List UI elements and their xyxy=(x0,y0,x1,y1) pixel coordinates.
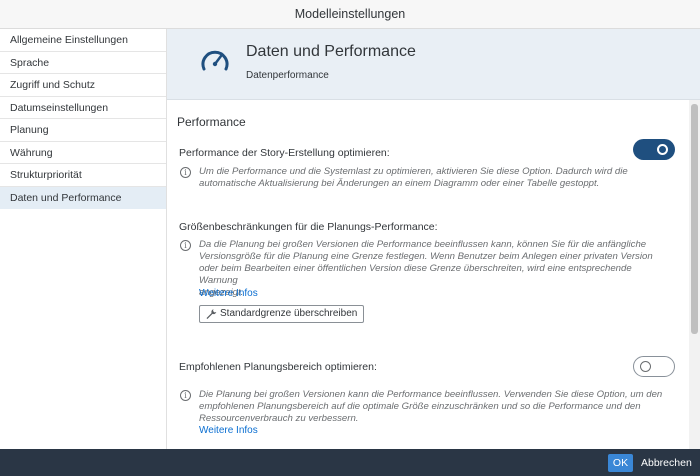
description-line: empfohlenen Planungsbereich auf die opti… xyxy=(199,401,641,412)
main-panel: Daten und Performance Datenperformance P… xyxy=(167,29,700,449)
description-line: Da die Planung bei großen Versionen die … xyxy=(199,239,647,250)
wrench-icon xyxy=(206,309,217,319)
size-limits-description: Da die Planung bei großen Versionen die … xyxy=(199,239,671,299)
scrollbar-thumb[interactable] xyxy=(691,104,698,334)
description-line: Ressourcenverbrauch zu verbessern. xyxy=(199,413,359,424)
description-line: automatische Aktualisierung bei Änderung… xyxy=(199,178,600,189)
description-line: Um die Performance und die Systemlast zu… xyxy=(199,166,628,177)
page-title: Daten und Performance xyxy=(246,43,416,60)
section-title: Performance xyxy=(177,115,246,129)
sidebar-item-structure-priority[interactable]: Strukturpriorität xyxy=(0,164,166,187)
toggle-knob xyxy=(657,144,668,155)
info-icon: i xyxy=(180,390,191,401)
story-performance-description: Um die Performance und die Systemlast zu… xyxy=(199,166,671,190)
sidebar-item-access[interactable]: Zugriff und Schutz xyxy=(0,74,166,97)
settings-sidebar: Allgemeine Einstellungen Sprache Zugriff… xyxy=(0,29,167,449)
info-icon: i xyxy=(180,167,191,178)
toggle-knob xyxy=(640,361,651,372)
planning-area-description: Die Planung bei großen Versionen kann di… xyxy=(199,389,671,425)
planning-area-toggle[interactable] xyxy=(633,356,675,377)
story-performance-label: Performance der Story-Erstellung optimie… xyxy=(179,147,390,159)
section-header: Daten und Performance Datenperformance xyxy=(167,29,700,100)
planning-area-label: Empfohlenen Planungsbereich optimieren: xyxy=(179,361,377,373)
sidebar-item-general[interactable]: Allgemeine Einstellungen xyxy=(0,29,166,52)
description-line: angezeigt. xyxy=(199,287,244,298)
sidebar-item-data-performance[interactable]: Daten und Performance xyxy=(0,186,166,209)
dialog-footer: OK Abbrechen xyxy=(0,449,700,476)
sidebar-item-planning[interactable]: Planung xyxy=(0,119,166,142)
description-line: Versionsgröße für die Planung eine Grenz… xyxy=(199,251,653,262)
story-performance-toggle[interactable] xyxy=(633,139,675,160)
dialog-title: Modelleinstellungen xyxy=(0,0,700,29)
sidebar-item-language[interactable]: Sprache xyxy=(0,52,166,74)
sidebar-item-date-settings[interactable]: Datumseinstellungen xyxy=(0,97,166,119)
sidebar-item-currency[interactable]: Währung xyxy=(0,142,166,164)
speedometer-icon xyxy=(201,50,229,71)
info-icon: i xyxy=(180,240,191,251)
ok-button[interactable]: OK xyxy=(608,454,633,472)
cancel-button[interactable]: Abbrechen xyxy=(641,454,692,472)
override-button-label: Standardgrenze überschreiben xyxy=(220,308,358,319)
settings-content: Performance Performance der Story-Erstel… xyxy=(167,100,689,449)
override-default-limit-button[interactable]: Standardgrenze überschreiben xyxy=(199,305,365,323)
page-subtitle: Datenperformance xyxy=(246,70,329,81)
description-line: Die Planung bei großen Versionen kann di… xyxy=(199,389,663,400)
more-info-link[interactable]: Weitere Infos xyxy=(199,425,258,436)
more-info-link[interactable]: Weitere Infos xyxy=(199,288,258,299)
description-line: oder beim Bearbeiten einer öffentlichen … xyxy=(199,263,632,286)
size-limits-label: Größenbeschränkungen für die Planungs-Pe… xyxy=(179,221,438,233)
content-scrollbar[interactable] xyxy=(689,100,700,449)
